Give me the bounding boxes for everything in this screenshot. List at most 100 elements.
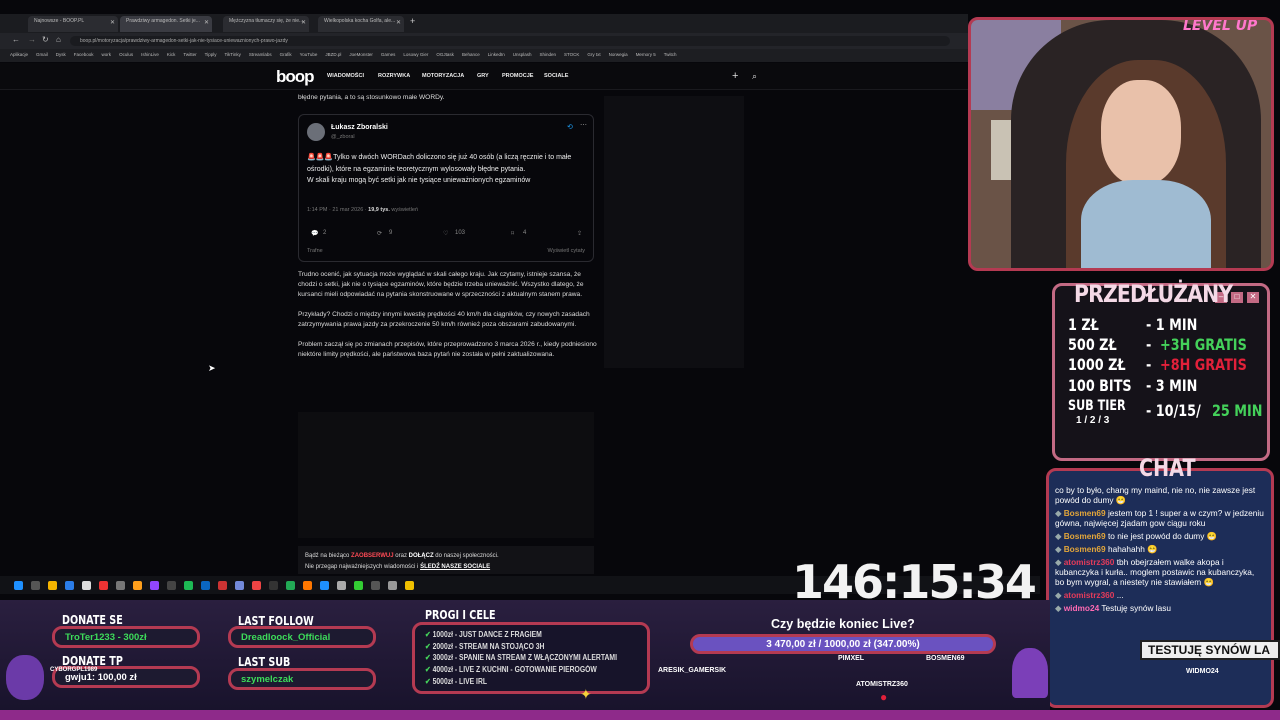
- bookmark-item[interactable]: Memory 5: [636, 52, 656, 59]
- bookmark-item[interactable]: Losowy Gier: [403, 52, 428, 59]
- sort-replies[interactable]: Trafne: [307, 248, 323, 254]
- goal-text: 4000zł - LIVE Z KUCHNI - GOTOWANIE PIERO…: [432, 665, 597, 675]
- follow-link[interactable]: ZAOBSERWUJ: [351, 553, 394, 559]
- bookmark-item[interactable]: Dysk: [56, 52, 66, 59]
- viewer-name: BOSMEN69: [926, 655, 965, 662]
- bookmark-item[interactable]: Shinden: [539, 52, 556, 59]
- bookmark-item[interactable]: Aplikacje: [10, 52, 28, 59]
- bookmark-item[interactable]: Gmail: [36, 52, 48, 59]
- bookmark-item[interactable]: TikTinky: [224, 52, 240, 59]
- taskbar-app-icon[interactable]: [337, 580, 346, 590]
- bookmark-item[interactable]: Games: [381, 52, 396, 59]
- close-icon[interactable]: ✕: [204, 19, 209, 26]
- taskbar-app-icon[interactable]: [252, 580, 261, 590]
- taskbar-app-icon[interactable]: [65, 580, 74, 590]
- reload-icon[interactable]: ↻: [42, 35, 49, 44]
- browser-tab-active[interactable]: Prawdziwy armagedon. Setki je... ✕: [120, 16, 212, 32]
- tweet-handle[interactable]: @_zboral: [331, 134, 355, 140]
- close-icon[interactable]: ✕: [110, 19, 115, 26]
- taskbar-app-icon[interactable]: [82, 580, 91, 590]
- plus-icon[interactable]: +: [732, 70, 738, 82]
- tweet-views-label: wyświetleń: [391, 207, 418, 213]
- socials-link[interactable]: ŚLEDŹ NASZE SOCIALE: [420, 564, 490, 570]
- extension-row-amount: 1 ZŁ: [1068, 315, 1099, 334]
- bookmark-item[interactable]: Norwegia: [609, 52, 628, 59]
- taskbar-app-icon[interactable]: [150, 580, 159, 590]
- bookmark-icon[interactable]: ⌑: [511, 230, 514, 237]
- taskbar-app-icon[interactable]: [167, 580, 176, 590]
- taskbar-app-icon[interactable]: [371, 580, 380, 590]
- taskbar-app-icon[interactable]: [286, 580, 295, 590]
- like-icon[interactable]: ♡: [443, 230, 448, 237]
- bookmark-item[interactable]: Grafik: [280, 52, 292, 59]
- bookmark-item[interactable]: Streamlabs: [249, 52, 272, 59]
- tweet-timestamp[interactable]: 1:14 PM · 21 mar 2026 ·: [307, 207, 367, 213]
- extension-row-amount: 500 ZŁ: [1068, 335, 1117, 354]
- nav-motoryzacja[interactable]: MOTORYZACJA: [422, 73, 464, 79]
- close-icon[interactable]: ✕: [301, 19, 306, 26]
- close-icon[interactable]: ✕: [396, 19, 401, 26]
- embedded-tweet[interactable]: Łukasz Zboralski @_zboral ⟲ ⋯ 🚨🚨🚨Tylko w…: [298, 114, 594, 262]
- taskbar-app-icon[interactable]: [201, 580, 210, 590]
- join-link[interactable]: DOŁĄCZ: [409, 553, 434, 559]
- share-icon[interactable]: ⇪: [577, 230, 582, 237]
- taskbar-app-icon[interactable]: [235, 580, 244, 590]
- url-field[interactable]: boop.pl/motoryzacja/prawdziwy-armagedon-…: [70, 36, 950, 46]
- taskbar-app-icon[interactable]: [320, 580, 329, 590]
- browser-tab[interactable]: Najnowsze - BOOP.PL ✕: [28, 16, 118, 32]
- taskbar-app-icon[interactable]: [405, 580, 414, 590]
- nav-gry[interactable]: GRY: [477, 73, 489, 79]
- bookmark-item[interactable]: Tipply: [205, 52, 217, 59]
- taskbar-app-icon[interactable]: [218, 580, 227, 590]
- taskbar-app-icon[interactable]: [303, 580, 312, 590]
- extension-row-amount: 100 BITS: [1068, 376, 1132, 395]
- bookmark-item[interactable]: Gry txt: [587, 52, 600, 59]
- nav-sociale[interactable]: SOCIALE: [544, 73, 568, 79]
- bookmark-item[interactable]: Kick: [167, 52, 176, 59]
- taskbar-app-icon[interactable]: [184, 580, 193, 590]
- browser-tab[interactable]: Wielkopolska kocha Golfa, ale... ✕: [318, 16, 404, 32]
- tier-subtitle: 1 / 2 / 3: [1076, 415, 1110, 426]
- more-icon[interactable]: ⋯: [580, 121, 587, 129]
- bookmark-item[interactable]: Oculus: [119, 52, 133, 59]
- taskbar-app-icon[interactable]: [354, 580, 363, 590]
- home-icon[interactable]: ⌂: [56, 35, 61, 44]
- taskbar-app-icon[interactable]: [48, 580, 57, 590]
- search-icon[interactable]: ⌕: [752, 71, 757, 82]
- bookmark-item[interactable]: Behance: [462, 52, 480, 59]
- bookmark-item[interactable]: Facebook: [74, 52, 94, 59]
- nav-promocje[interactable]: PROMOCJE: [502, 73, 533, 79]
- back-arrow-icon[interactable]: ←: [12, 35, 20, 44]
- bookmark-item[interactable]: LinkedIn: [488, 52, 505, 59]
- bookmark-item[interactable]: JoeMonster: [349, 52, 373, 59]
- retweet-icon[interactable]: ⟳: [377, 230, 382, 237]
- taskbar-app-icon[interactable]: [31, 580, 40, 590]
- bookmark-item[interactable]: JBZD.pl: [325, 52, 341, 59]
- bookmark-item[interactable]: IshinLive: [141, 52, 159, 59]
- browser-tab[interactable]: Mężczyzna tłumaczy się, że nie... ✕: [223, 16, 309, 32]
- nav-rozrywka[interactable]: ROZRYWKA: [378, 73, 410, 79]
- nav-wiadomosci[interactable]: WIADOMOŚCI: [327, 73, 364, 79]
- tweet-author[interactable]: Łukasz Zboralski: [331, 124, 388, 131]
- view-quotes-link[interactable]: Wyświetl cytaty: [547, 248, 585, 254]
- bookmark-item[interactable]: YouTube: [300, 52, 318, 59]
- bookmark-item[interactable]: Twitter: [183, 52, 196, 59]
- taskbar-app-icon[interactable]: [133, 580, 142, 590]
- bookmark-item[interactable]: Unsplash: [513, 52, 532, 59]
- x-logo-icon[interactable]: ⟲: [567, 123, 573, 131]
- bookmark-item[interactable]: work: [102, 52, 112, 59]
- streamer-face: [1101, 80, 1181, 185]
- site-logo[interactable]: boop: [276, 67, 315, 87]
- taskbar-app-icon[interactable]: [99, 580, 108, 590]
- taskbar-app-icon[interactable]: [269, 580, 278, 590]
- forward-arrow-icon[interactable]: →: [28, 35, 36, 44]
- taskbar-app-icon[interactable]: [14, 580, 23, 590]
- extension-row-value: - 10/15/: [1146, 401, 1201, 420]
- new-tab-plus-icon[interactable]: +: [410, 16, 415, 26]
- bookmark-item[interactable]: STOCK: [564, 52, 579, 59]
- reply-icon[interactable]: 💬: [311, 230, 318, 237]
- taskbar-app-icon[interactable]: [388, 580, 397, 590]
- bookmark-item[interactable]: OGJtask: [436, 52, 454, 59]
- bookmark-item[interactable]: Twitch: [664, 52, 677, 59]
- taskbar-app-icon[interactable]: [116, 580, 125, 590]
